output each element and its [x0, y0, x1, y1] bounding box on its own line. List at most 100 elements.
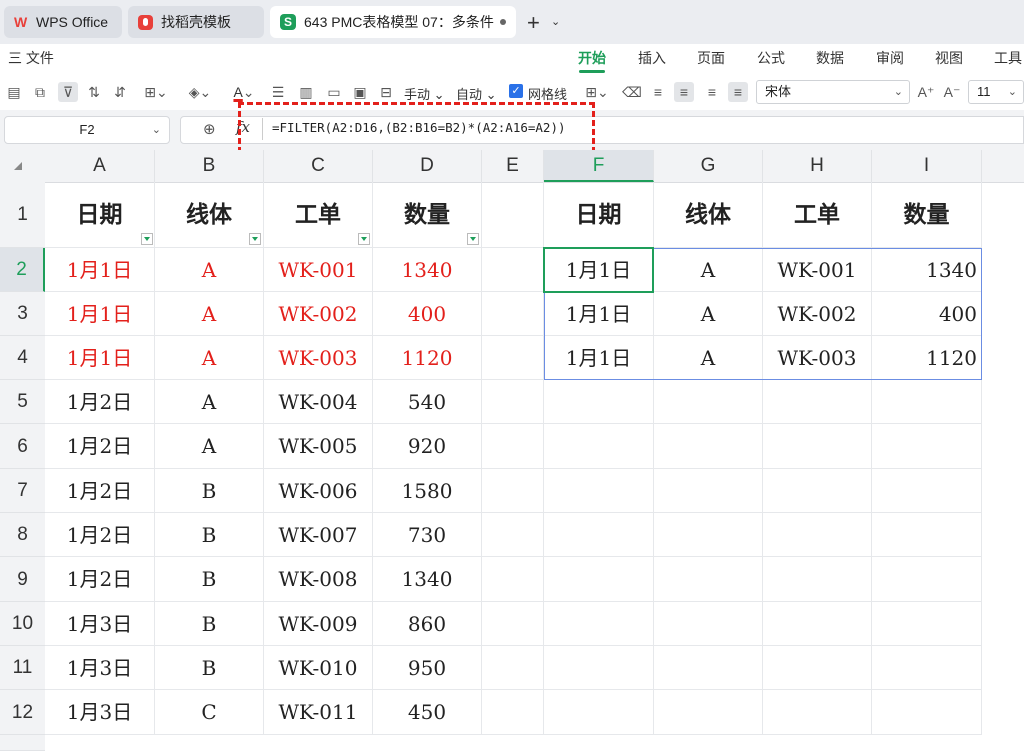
source-cell-line[interactable]: B: [155, 557, 264, 602]
result-header-qty[interactable]: 数量: [872, 182, 982, 248]
empty-cell[interactable]: [544, 690, 654, 735]
empty-cell[interactable]: [654, 646, 763, 690]
empty-cell[interactable]: [482, 646, 544, 690]
column-header-i[interactable]: I: [872, 150, 982, 182]
source-cell-line[interactable]: A: [155, 380, 264, 424]
select-all-corner[interactable]: [0, 150, 45, 182]
cell-style-icon[interactable]: ⊞⌄: [582, 82, 612, 102]
source-cell-qty[interactable]: 1120: [373, 336, 482, 380]
empty-cell[interactable]: [482, 380, 544, 424]
empty-cell[interactable]: [872, 424, 982, 469]
gridlines-checkbox[interactable]: ✓: [509, 84, 523, 98]
row-header-1[interactable]: 1: [0, 182, 45, 248]
source-header-line[interactable]: 线体: [155, 182, 264, 248]
row-header-5[interactable]: 5: [0, 380, 45, 424]
file-menu[interactable]: 三 文件: [8, 48, 54, 68]
source-header-qty[interactable]: 数量: [373, 182, 482, 248]
source-cell-line[interactable]: B: [155, 646, 264, 690]
source-cell-date[interactable]: 1月3日: [45, 646, 155, 690]
row-header-7[interactable]: 7: [0, 469, 45, 513]
empty-cell[interactable]: [482, 292, 544, 336]
source-cell-date[interactable]: 1月3日: [45, 690, 155, 735]
clear-format-icon[interactable]: ⌫: [622, 82, 642, 102]
column-header-h[interactable]: H: [763, 150, 872, 182]
empty-cell[interactable]: [872, 646, 982, 690]
empty-cell[interactable]: [482, 557, 544, 602]
column-header-b[interactable]: B: [155, 150, 264, 182]
source-cell-date[interactable]: 1月2日: [45, 469, 155, 513]
tab-spreadsheet-active[interactable]: S 643 PMC表格模型 07：多条件筛选: [270, 6, 516, 38]
empty-cell[interactable]: [872, 557, 982, 602]
column-header-f[interactable]: F: [544, 150, 654, 182]
menu-review[interactable]: 审阅: [876, 48, 904, 68]
empty-cell[interactable]: [544, 513, 654, 557]
filter-dropdown-icon[interactable]: [249, 233, 261, 245]
empty-cell[interactable]: [482, 602, 544, 646]
font-family-select[interactable]: 宋体 ⌄: [756, 80, 910, 104]
empty-cell[interactable]: [544, 557, 654, 602]
source-cell-qty[interactable]: 540: [373, 380, 482, 424]
cell-e1[interactable]: [482, 182, 544, 248]
freeze-column-icon[interactable]: ▥: [296, 82, 316, 102]
empty-cell[interactable]: [544, 469, 654, 513]
row-header-10[interactable]: 10: [0, 602, 45, 646]
name-box[interactable]: F2 ⌄: [4, 116, 170, 144]
source-cell-order[interactable]: WK-009: [264, 602, 373, 646]
sort-ascending-icon[interactable]: ⇅: [84, 82, 104, 102]
column-header-c[interactable]: C: [264, 150, 373, 182]
empty-cell[interactable]: [872, 380, 982, 424]
row-header-6[interactable]: 6: [0, 424, 45, 469]
empty-cell[interactable]: [763, 469, 872, 513]
empty-cell[interactable]: [763, 690, 872, 735]
empty-cell[interactable]: [544, 602, 654, 646]
result-cell-date[interactable]: 1月1日: [544, 248, 654, 292]
filter-dropdown-icon[interactable]: [141, 233, 153, 245]
source-cell-date[interactable]: 1月2日: [45, 513, 155, 557]
format-painter-icon[interactable]: ⧉: [30, 82, 50, 102]
source-cell-line[interactable]: A: [155, 248, 264, 292]
result-cell-order[interactable]: WK-002: [763, 292, 872, 336]
menu-formulas[interactable]: 公式: [757, 48, 785, 68]
new-tab-plus-icon[interactable]: +: [527, 10, 540, 36]
column-header-g[interactable]: G: [654, 150, 763, 182]
result-cell-date[interactable]: 1月1日: [544, 292, 654, 336]
zoom-search-icon[interactable]: ⊕: [203, 120, 216, 138]
row-header-11[interactable]: 11: [0, 646, 45, 690]
source-cell-qty[interactable]: 920: [373, 424, 482, 469]
source-cell-order[interactable]: WK-005: [264, 424, 373, 469]
empty-cell[interactable]: [763, 557, 872, 602]
result-header-line[interactable]: 线体: [654, 182, 763, 248]
empty-cell[interactable]: [482, 513, 544, 557]
row-header-8[interactable]: 8: [0, 513, 45, 557]
source-cell-order[interactable]: WK-010: [264, 646, 373, 690]
auto-calc-button[interactable]: 自动 ⌄: [456, 84, 497, 103]
source-cell-order[interactable]: WK-004: [264, 380, 373, 424]
empty-cell[interactable]: [654, 380, 763, 424]
menu-tools[interactable]: 工具: [994, 48, 1022, 68]
source-cell-line[interactable]: A: [155, 424, 264, 469]
empty-cell[interactable]: [763, 646, 872, 690]
source-cell-order[interactable]: WK-003: [264, 336, 373, 380]
insert-row-icon[interactable]: ▭: [324, 82, 344, 102]
source-cell-qty[interactable]: 730: [373, 513, 482, 557]
insert-column-icon[interactable]: ▣: [350, 82, 370, 102]
filter-dropdown-icon[interactable]: [467, 233, 479, 245]
column-header-a[interactable]: A: [45, 150, 155, 182]
empty-cell[interactable]: [654, 690, 763, 735]
empty-cell[interactable]: [654, 602, 763, 646]
source-cell-order[interactable]: WK-007: [264, 513, 373, 557]
result-header-order[interactable]: 工单: [763, 182, 872, 248]
align-middle-icon[interactable]: ≡: [728, 82, 748, 102]
tab-wps-office[interactable]: W WPS Office: [4, 6, 122, 38]
align-center-icon[interactable]: ≡: [674, 82, 694, 102]
source-cell-date[interactable]: 1月2日: [45, 557, 155, 602]
tab-docer-templates[interactable]: 找稻壳模板: [128, 6, 264, 38]
result-cell-line[interactable]: A: [654, 336, 763, 380]
source-header-date[interactable]: 日期: [45, 182, 155, 248]
font-color-icon[interactable]: A ⌄: [228, 82, 260, 102]
source-cell-qty[interactable]: 860: [373, 602, 482, 646]
source-cell-date[interactable]: 1月1日: [45, 292, 155, 336]
source-cell-qty[interactable]: 950: [373, 646, 482, 690]
empty-cell[interactable]: [482, 469, 544, 513]
column-header-d[interactable]: D: [373, 150, 482, 182]
